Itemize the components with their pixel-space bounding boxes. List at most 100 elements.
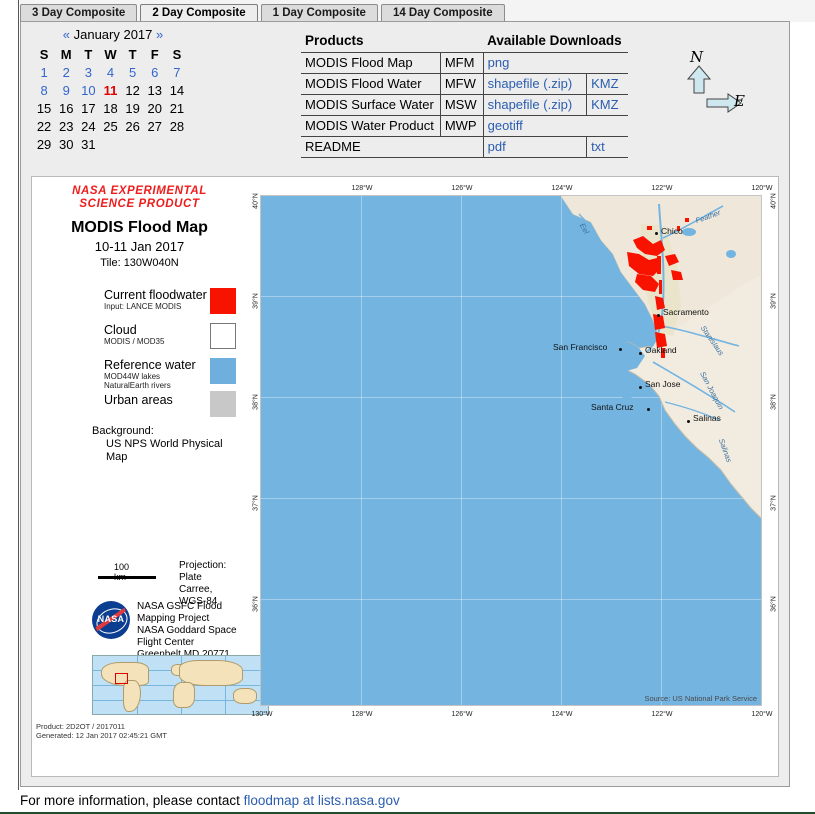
flood-map-figure[interactable]: NASA EXPERIMENTAL SCIENCE PRODUCT MODIS … [31, 176, 779, 777]
legend-swatch-urban [210, 391, 236, 417]
city-label-sacramento: Sacramento [663, 307, 709, 317]
calendar-day-16: 16 [58, 100, 74, 116]
download-link-png[interactable]: png [488, 55, 510, 70]
calendar-day-28: 28 [169, 118, 185, 134]
calendar-week-row: 1234567 [33, 63, 188, 81]
address-line-1: NASA GSFC Flood Mapping Project [137, 601, 223, 624]
calendar-day-20: 20 [147, 100, 162, 116]
background-label: Background: [92, 425, 154, 437]
contact-email-link[interactable]: floodmap at lists.nasa.gov [244, 793, 400, 808]
download-primary: shapefile (.zip) [482, 73, 587, 95]
calendar-day-31: 31 [81, 136, 96, 152]
nasa-experimental-banner: NASA EXPERIMENTAL SCIENCE PRODUCT [42, 185, 237, 211]
lat-tick-left: 38°N [252, 394, 260, 410]
table-row: README pdf txt [301, 136, 628, 158]
tab-3-day-composite[interactable]: 3 Day Composite [20, 4, 138, 22]
compass-widget: N E [676, 48, 786, 118]
download-secondary: txt [586, 136, 628, 158]
calendar-day-empty [144, 135, 166, 153]
lat-tick-left: 40°N [252, 193, 260, 209]
products-table: Products Available Downloads MODIS Flood… [301, 30, 628, 158]
lat-tick-left: 36°N [252, 596, 260, 612]
download-link-shapefilezip[interactable]: shapefile (.zip) [488, 76, 573, 91]
page-root: 3 Day Composite 2 Day Composite 1 Day Co… [0, 0, 815, 814]
north-arrow-icon[interactable] [684, 64, 714, 94]
lat-tick-left: 39°N [252, 293, 260, 309]
download-secondary: KMZ [586, 73, 628, 95]
tab-14-day-composite[interactable]: 14 Day Composite [380, 4, 505, 22]
calendar-week-row: 8 9 10 11 12 13 14 [33, 81, 188, 99]
download-primary: shapefile (.zip) [482, 94, 587, 116]
product-code [440, 136, 484, 158]
table-row: MODIS Flood Water MFW shapefile (.zip) KMZ [301, 73, 628, 95]
calendar-day-7[interactable]: 7 [166, 63, 188, 81]
world-locator-map [92, 655, 269, 715]
calendar-next-month-button[interactable]: » [156, 27, 163, 42]
map-canvas[interactable]: Chico Sacramento San Francisco Oakland S… [244, 177, 779, 776]
calendar-day-1[interactable]: 1 [33, 63, 55, 81]
lon-tick-bottom: 124°W [551, 711, 573, 718]
map-image[interactable]: Chico Sacramento San Francisco Oakland S… [260, 195, 762, 706]
banner-line-1: NASA EXPERIMENTAL [72, 185, 207, 197]
download-link-geotiff[interactable]: geotiff [488, 118, 523, 133]
products-body: MODIS Flood Map MFM png MODIS Flood Water MF… [301, 52, 628, 158]
calendar-day-22: 22 [36, 118, 52, 134]
east-label: E [734, 92, 745, 110]
table-row: MODIS Flood Map MFM png [301, 52, 628, 74]
products-column-header: Products [301, 30, 484, 53]
calendar-day-25: 25 [103, 118, 118, 134]
calendar-weekday: W [104, 46, 117, 62]
content-panel: « January 2017 » S M T W T F S 1234567 8… [20, 21, 790, 787]
downloads-column-header: Available Downloads [483, 30, 628, 53]
nasa-logo-icon: NASA [92, 601, 130, 639]
calendar-day-17: 17 [81, 100, 96, 116]
download-link-shapefilezip[interactable]: shapefile (.zip) [488, 97, 573, 112]
lon-tick-top: 120°W [751, 185, 773, 192]
calendar-day-4[interactable]: 4 [99, 63, 121, 81]
product-name: MODIS Flood Map [301, 52, 441, 74]
background-value: US NPS World Physical Map [106, 438, 223, 463]
product-code: MWP [439, 115, 484, 137]
calendar-week-row: 29 30 31 [33, 135, 188, 153]
left-rail [0, 0, 19, 790]
calendar-day-9[interactable]: 9 [55, 81, 77, 99]
calendar-day-5[interactable]: 5 [122, 63, 144, 81]
download-primary: png [482, 52, 587, 74]
download-link-kmz[interactable]: KMZ [591, 97, 618, 112]
calendar-day-23: 23 [58, 118, 74, 134]
download-link-txt[interactable]: txt [591, 139, 605, 154]
footer: For more information, please contact flo… [20, 790, 815, 808]
product-code: MFM [439, 52, 484, 74]
download-primary: pdf [482, 136, 587, 158]
tab-1-day-composite[interactable]: 1 Day Composite [260, 4, 378, 22]
city-label-san-jose: San Jose [645, 379, 681, 389]
calendar-day-6[interactable]: 6 [144, 63, 166, 81]
calendar-day-2[interactable]: 2 [55, 63, 77, 81]
calendar-day-19: 19 [125, 100, 140, 116]
map-date-range: 10-11 Jan 2017 [94, 239, 185, 254]
table-row: MODIS Surface Water MSW shapefile (.zip) KM… [301, 94, 628, 116]
download-link-kmz[interactable]: KMZ [591, 76, 618, 91]
calendar-weekday: M [60, 46, 72, 62]
product-name: MODIS Water Product [301, 115, 441, 137]
city-label-san-francisco: San Francisco [553, 342, 608, 352]
download-link-pdf[interactable]: pdf [488, 139, 506, 154]
calendar-body: 1 2 3 4 5 6 7 8 9 10 11 12 13 14 15 16 17 18 19 20 21 22 23 24 2… [33, 63, 188, 153]
city-label-santa-cruz: Santa Cruz [591, 402, 634, 412]
calendar-day-18: 18 [103, 100, 118, 116]
calendar-day-3[interactable]: 3 [77, 63, 99, 81]
lat-tick-right: 39°N [770, 293, 778, 309]
calendar-day-empty [122, 135, 144, 153]
calendar-prev-month-button[interactable]: « [63, 27, 70, 42]
product-metadata: Product: 2D2OT / 2017011 Generated: 12 J… [36, 722, 167, 740]
calendar: « January 2017 » S M T W T F S 1234567 8… [33, 27, 193, 153]
lon-tick-bottom: 128°W [351, 711, 373, 718]
download-secondary [586, 115, 628, 137]
calendar-day-10[interactable]: 10 [77, 81, 99, 99]
product-name: MODIS Flood Water [301, 73, 441, 95]
lon-tick-top: 126°W [451, 185, 473, 192]
product-code: MFW [439, 73, 484, 95]
calendar-weekday-row: S M T W T F S [33, 45, 188, 63]
calendar-day-8[interactable]: 8 [33, 81, 55, 99]
tab-2-day-composite[interactable]: 2 Day Composite [140, 4, 258, 22]
